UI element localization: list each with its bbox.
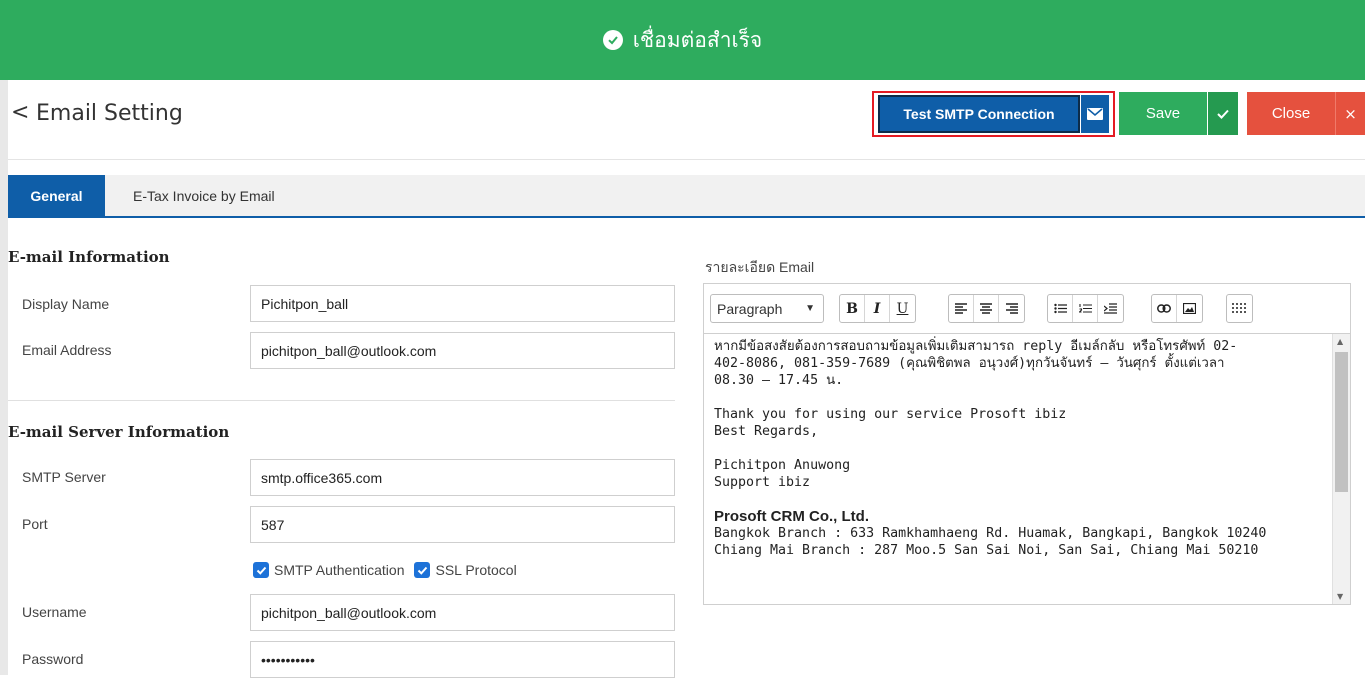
align-right-icon[interactable] bbox=[999, 295, 1024, 322]
editor-scrollbar[interactable]: ▲ ▼ bbox=[1332, 334, 1350, 604]
check-circle-icon bbox=[602, 30, 623, 50]
port-label: Port bbox=[22, 516, 48, 532]
password-field[interactable]: ••••••••••• bbox=[250, 641, 675, 678]
body-line: Thank you for using our service Prosoft … bbox=[714, 407, 1067, 422]
align-center-icon[interactable] bbox=[974, 295, 999, 322]
align-left-icon[interactable] bbox=[949, 295, 974, 322]
ssl-protocol-label: SSL Protocol bbox=[435, 562, 517, 578]
format-select-value: Paragraph bbox=[717, 300, 783, 317]
back-button[interactable]: < bbox=[11, 100, 29, 125]
email-body-text[interactable]: หากมีข้อสงสัยต้องการสอบถามข้อมูลเพิ่มเติ… bbox=[704, 334, 1332, 604]
body-line: Best Regards, bbox=[714, 424, 819, 439]
port-field[interactable]: 587 bbox=[250, 506, 675, 543]
numbered-list-icon[interactable] bbox=[1073, 295, 1098, 322]
mail-icon[interactable] bbox=[1081, 95, 1109, 133]
checkbox-checked-icon[interactable] bbox=[253, 562, 269, 578]
username-field[interactable]: pichitpon_ball@outlook.com bbox=[250, 594, 675, 631]
body-line: 08.30 – 17.45 น. bbox=[714, 373, 844, 388]
left-edge-strip bbox=[0, 0, 8, 675]
body-line: Pichitpon Anuwong bbox=[714, 458, 851, 473]
scrollbar-thumb[interactable] bbox=[1335, 352, 1348, 492]
italic-icon[interactable]: I bbox=[865, 295, 890, 322]
format-select[interactable]: Paragraph ▼ bbox=[710, 294, 824, 323]
banner-message: เชื่อมต่อสำเร็จ bbox=[632, 27, 763, 52]
email-body-editor: Paragraph ▼ B I U หากมีข้อสงสัยต้องการสอ… bbox=[703, 283, 1351, 605]
email-address-label: Email Address bbox=[22, 342, 112, 358]
section-divider bbox=[8, 400, 675, 401]
smtp-server-field[interactable]: smtp.office365.com bbox=[250, 459, 675, 496]
close-button[interactable]: Close bbox=[1247, 92, 1335, 135]
tab-etax-invoice[interactable]: E-Tax Invoice by Email bbox=[133, 175, 275, 216]
table-icon[interactable] bbox=[1226, 294, 1253, 323]
body-line: Support ibiz bbox=[714, 475, 811, 490]
indent-icon[interactable] bbox=[1098, 295, 1123, 322]
success-banner: เชื่อมต่อสำเร็จ bbox=[0, 0, 1365, 80]
password-label: Password bbox=[22, 651, 84, 667]
body-line: หากมีข้อสงสัยต้องการสอบถามข้อมูลเพิ่มเติ… bbox=[714, 339, 1238, 354]
save-check-icon[interactable] bbox=[1208, 92, 1238, 135]
bold-icon[interactable]: B bbox=[840, 295, 865, 322]
display-name-label: Display Name bbox=[22, 296, 110, 312]
text-style-group: B I U bbox=[839, 294, 916, 323]
chevron-down-icon: ▼ bbox=[805, 303, 815, 314]
list-group bbox=[1047, 294, 1124, 323]
server-information-heading: E-mail Server Information bbox=[8, 423, 230, 441]
bullet-list-icon[interactable] bbox=[1048, 295, 1073, 322]
tab-general[interactable]: General bbox=[8, 175, 105, 216]
checkbox-checked-icon[interactable] bbox=[414, 562, 431, 578]
body-line: 402-8086, 081-359-7689 (คุณพิชิตพล อนุวง… bbox=[714, 356, 1225, 371]
branch-line: Bangkok Branch : 633 Ramkhamhaeng Rd. Hu… bbox=[714, 526, 1267, 541]
scroll-down-icon[interactable]: ▼ bbox=[1337, 592, 1343, 601]
ssl-protocol-checkbox[interactable]: SSL Protocol bbox=[414, 562, 517, 578]
email-information-heading: E-mail Information bbox=[8, 248, 170, 266]
save-button[interactable]: Save bbox=[1119, 92, 1207, 135]
display-name-field[interactable]: Pichitpon_ball bbox=[250, 285, 675, 322]
company-name: Prosoft CRM Co., Ltd. bbox=[714, 508, 869, 525]
link-icon[interactable] bbox=[1152, 295, 1177, 322]
smtp-authentication-checkbox[interactable]: SMTP Authentication bbox=[253, 562, 404, 578]
username-label: Username bbox=[22, 604, 87, 620]
branch-line: Chiang Mai Branch : 287 Moo.5 San Sai No… bbox=[714, 543, 1259, 558]
insert-group bbox=[1151, 294, 1203, 323]
underline-icon[interactable]: U bbox=[890, 295, 915, 322]
security-options: SMTP Authentication SSL Protocol bbox=[253, 562, 527, 578]
editor-toolbar: Paragraph ▼ B I U bbox=[704, 284, 1350, 334]
align-group bbox=[948, 294, 1025, 323]
page-title: Email Setting bbox=[36, 101, 183, 126]
tab-bar: General E-Tax Invoice by Email bbox=[8, 175, 1365, 218]
test-smtp-connection-button[interactable]: Test SMTP Connection bbox=[878, 95, 1080, 133]
image-icon[interactable] bbox=[1177, 295, 1202, 322]
smtp-server-label: SMTP Server bbox=[22, 469, 106, 485]
email-address-field[interactable]: pichitpon_ball@outlook.com bbox=[250, 332, 675, 369]
email-detail-label: รายละเอียด Email bbox=[705, 259, 815, 275]
page-header: < Email Setting Test SMTP Connection Sav… bbox=[8, 80, 1365, 160]
smtp-authentication-label: SMTP Authentication bbox=[274, 562, 405, 578]
scroll-up-icon[interactable]: ▲ bbox=[1337, 337, 1343, 346]
close-icon[interactable]: × bbox=[1335, 92, 1365, 135]
